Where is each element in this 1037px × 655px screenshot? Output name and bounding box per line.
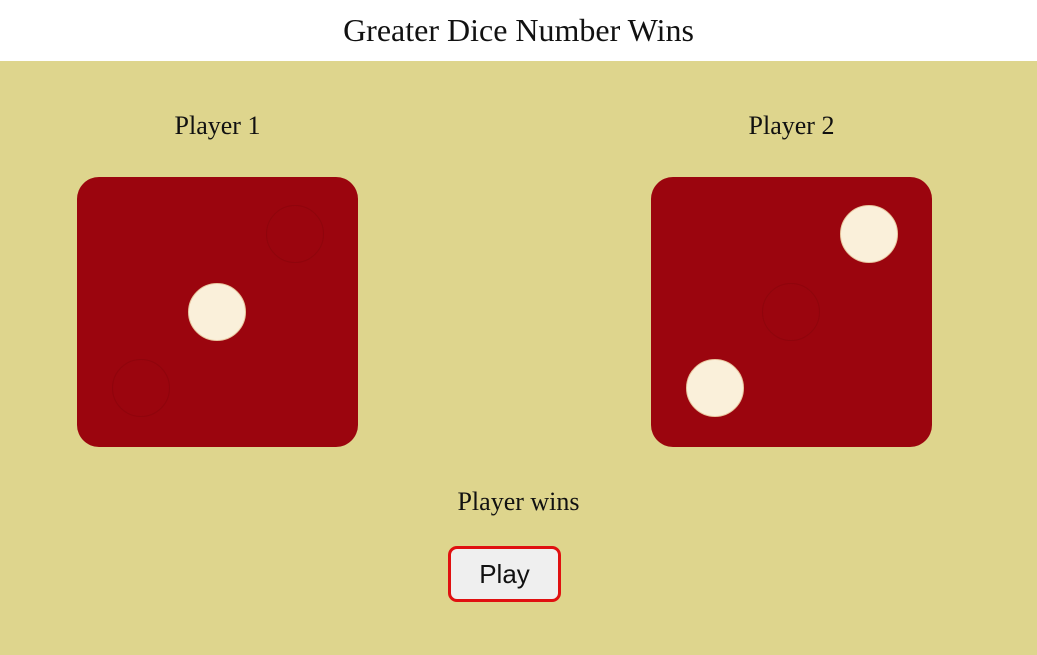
player-1-die	[77, 177, 358, 447]
die-pip	[762, 283, 820, 341]
die-pip	[686, 359, 744, 417]
play-button[interactable]: Play	[448, 546, 561, 602]
player-2-label: Player 2	[748, 111, 835, 140]
result-text: Player wins	[457, 487, 580, 516]
page-title: Greater Dice Number Wins	[343, 12, 694, 48]
die-pip	[112, 359, 170, 417]
page-header: Greater Dice Number Wins	[0, 0, 1037, 61]
die-pip	[266, 205, 324, 263]
game-board: Player 1 Player 2 Player wins Play	[0, 61, 1037, 655]
die-pip	[840, 205, 898, 263]
player-2-die	[651, 177, 932, 447]
die-pip	[188, 283, 246, 341]
player-1-label: Player 1	[174, 111, 261, 140]
